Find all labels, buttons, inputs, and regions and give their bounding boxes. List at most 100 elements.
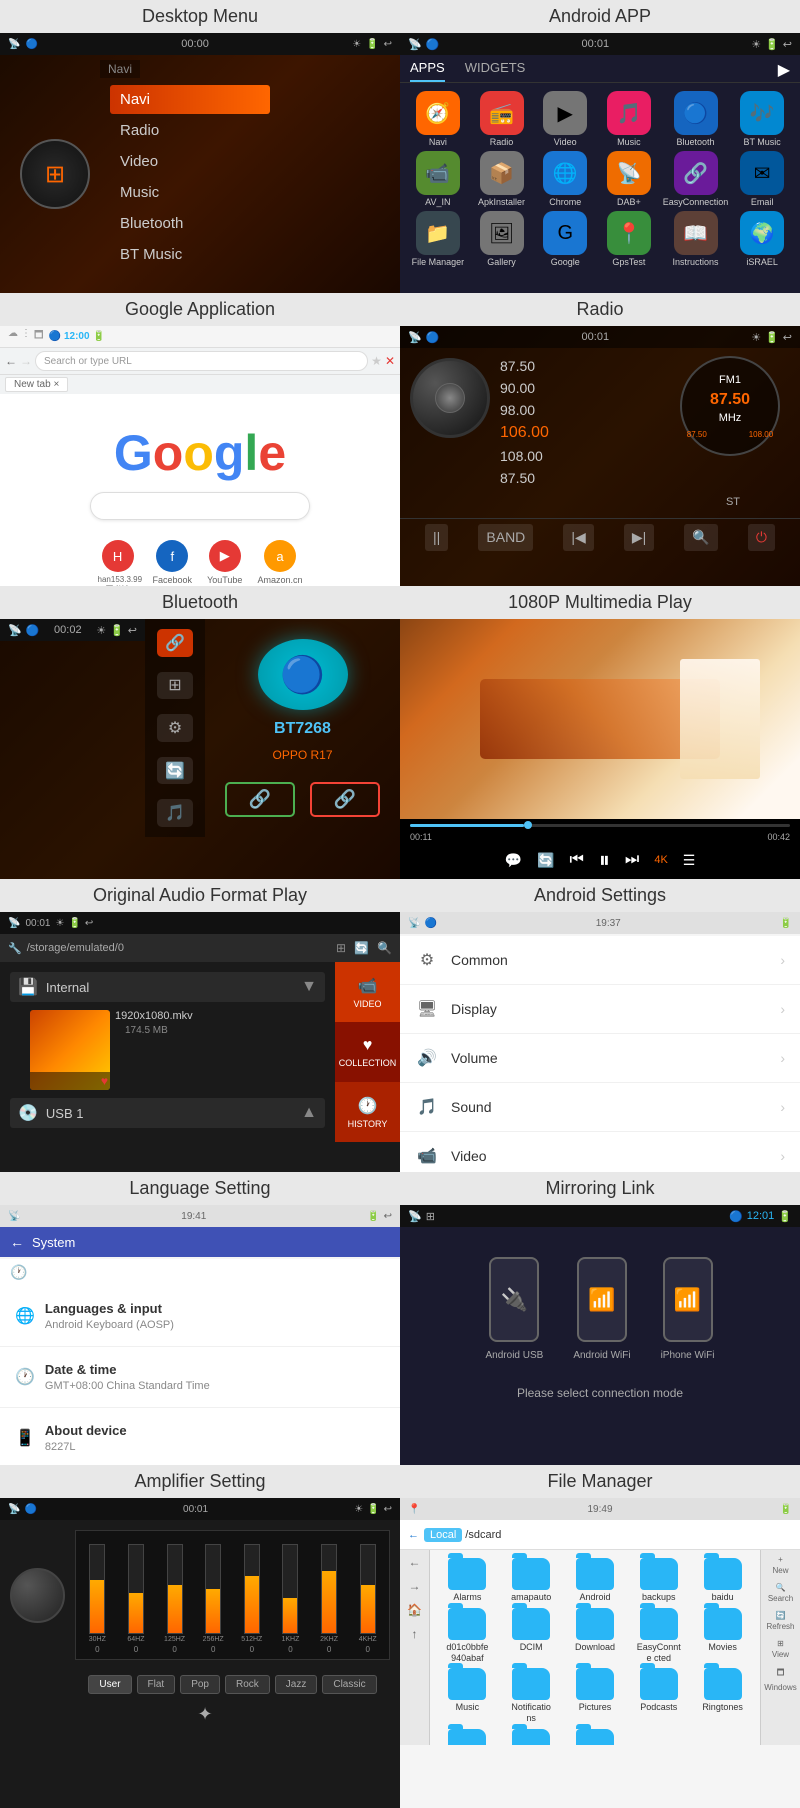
aa-play-store[interactable]: ▶ <box>778 60 790 82</box>
settings-item-volume[interactable]: 🔊 Volume › <box>400 1034 800 1083</box>
lang-item-about[interactable]: 📱 About device 8227L <box>0 1408 400 1465</box>
mm-captions-btn[interactable]: 💬 <box>505 852 522 869</box>
mm-next-btn[interactable]: ⏭ <box>625 851 639 869</box>
fm-folder-dcim[interactable]: DCIM <box>502 1608 561 1664</box>
mirror-option-android-wifi[interactable]: 📶 Android WiFi <box>573 1257 630 1361</box>
amp-band-1khz[interactable]: 1KHZ 0 <box>274 1544 307 1654</box>
app-dab[interactable]: 📡 DAB+ <box>599 151 659 207</box>
fm-folder-tsstorage[interactable]: TsStorage <box>502 1729 561 1745</box>
fm-side-back[interactable]: ← <box>409 1555 421 1569</box>
fm-folder-podcasts[interactable]: Podcasts <box>629 1668 688 1724</box>
bt-disconnect-btn[interactable]: 🔗 <box>310 782 380 817</box>
google-new-tab[interactable]: New tab × <box>5 377 68 392</box>
fm-folder-notifications[interactable]: Notificatio ns <box>502 1668 561 1724</box>
amp-preset-flat[interactable]: Flat <box>137 1675 176 1694</box>
google-close[interactable]: ✕ <box>385 354 395 368</box>
google-bookmark[interactable]: ★ <box>371 354 382 368</box>
fm-folder-backups[interactable]: backups <box>629 1558 688 1603</box>
mirror-option-iphone-wifi[interactable]: 📶 iPhone WiFi <box>661 1257 715 1361</box>
app-easyconn[interactable]: 🔗 EasyConnection <box>663 151 729 207</box>
app-navi[interactable]: 🧭 Navi <box>408 91 468 147</box>
app-avin[interactable]: 📹 AV_IN <box>408 151 468 207</box>
google-url-bar[interactable]: Search or type URL <box>35 351 368 371</box>
app-gpstest[interactable]: 📍 GpsTest <box>599 211 659 267</box>
dm-item-btmusic[interactable]: BT Music <box>110 240 270 269</box>
shortcut-youtube[interactable]: ▶ YouTube <box>207 540 242 586</box>
amp-preset-user[interactable]: User <box>88 1675 131 1694</box>
google-search-box[interactable] <box>90 492 310 520</box>
amp-band-64hz[interactable]: 64HZ 0 <box>120 1544 153 1654</box>
bt-connect-btn[interactable]: 🔗 <box>225 782 295 817</box>
fm-folder-movies[interactable]: Movies <box>693 1608 752 1664</box>
dm-item-music[interactable]: Music <box>110 178 270 207</box>
fm-side-home[interactable]: 🏠 <box>407 1603 422 1617</box>
fm-folder-download[interactable]: Download <box>566 1608 625 1664</box>
fm-new-btn[interactable]: + New <box>772 1555 788 1575</box>
amp-band-512hz[interactable]: 512HZ 0 <box>236 1544 269 1654</box>
lang-nav-back[interactable]: ← <box>10 1234 24 1250</box>
amp-preset-pop[interactable]: Pop <box>180 1675 220 1694</box>
google-forward[interactable]: → <box>20 354 32 368</box>
shortcut-amazon[interactable]: a Amazon.cn <box>257 540 302 586</box>
shortcut-han[interactable]: H han153.3.99 图书馆 <box>98 540 138 586</box>
dm-item-radio[interactable]: Radio <box>110 116 270 145</box>
lang-item-languages[interactable]: 🌐 Languages & input Android Keyboard (AO… <box>0 1286 400 1347</box>
mirror-option-android-usb[interactable]: 🔌 Android USB <box>486 1257 544 1361</box>
radio-freq-6[interactable]: 87.50 <box>500 470 790 486</box>
settings-item-video[interactable]: 📹 Video › <box>400 1132 800 1172</box>
radio-power-btn[interactable]: ⏻ <box>748 524 775 551</box>
radio-next-btn[interactable]: ▶| <box>624 524 654 551</box>
app-google[interactable]: G Google <box>535 211 595 267</box>
app-btmusic[interactable]: 🎶 BT Music <box>732 91 792 147</box>
mm-list-btn[interactable]: ☰ <box>683 852 696 869</box>
fm-side-up[interactable]: ↑ <box>412 1627 418 1641</box>
amp-knob[interactable] <box>10 1568 65 1623</box>
fm-windows-btn[interactable]: 🗖 Windows <box>764 1667 796 1692</box>
audio-video-btn[interactable]: 📹 VIDEO <box>335 962 400 1022</box>
app-instructions[interactable]: 📖 Instructions <box>663 211 729 267</box>
bt-side-grid[interactable]: ⊞ <box>157 672 193 700</box>
fm-local-tab[interactable]: Local <box>424 1528 462 1542</box>
fm-search-btn[interactable]: 🔍 Search <box>768 1583 793 1603</box>
fm-folder-scjtest[interactable]: scj_test <box>438 1729 497 1745</box>
amp-band-2khz[interactable]: 2KHZ 0 <box>313 1544 346 1654</box>
radio-pause-btn[interactable]: || <box>425 524 448 551</box>
radio-prev-btn[interactable]: |◀ <box>563 524 593 551</box>
fm-folder-easyconn[interactable]: EasyConnte cted <box>629 1608 688 1664</box>
google-back[interactable]: ← <box>5 354 17 368</box>
lang-item-datetime[interactable]: 🕐 Date & time GMT+08:00 China Standard T… <box>0 1347 400 1408</box>
mm-pause-btn[interactable]: ⏸ <box>599 847 610 873</box>
audio-usb-row[interactable]: 💿 USB 1 ▲ <box>10 1098 325 1128</box>
dm-item-video[interactable]: Video <box>110 147 270 176</box>
radio-search-btn[interactable]: 🔍 <box>684 524 717 551</box>
app-radio[interactable]: 📻 Radio <box>472 91 532 147</box>
amp-preset-rock[interactable]: Rock <box>225 1675 270 1694</box>
amp-band-125hz[interactable]: 125HZ 0 <box>158 1544 191 1654</box>
app-gallery[interactable]: 🖼 Gallery <box>472 211 532 267</box>
settings-item-sound[interactable]: 🎵 Sound › <box>400 1083 800 1132</box>
fm-folder-android[interactable]: Android <box>566 1558 625 1603</box>
aa-tab-apps[interactable]: APPS <box>410 60 445 82</box>
amp-preset-jazz[interactable]: Jazz <box>275 1675 318 1694</box>
amp-band-256hz[interactable]: 256HZ 0 <box>197 1544 230 1654</box>
bt-side-refresh[interactable]: 🔄 <box>157 757 193 785</box>
fm-folder-ceshi[interactable]: 测试音视频 <box>566 1729 625 1745</box>
fm-folder-music[interactable]: Music <box>438 1668 497 1724</box>
audio-history-btn[interactable]: 🕐 HISTORY <box>335 1082 400 1142</box>
bt-side-music[interactable]: 🎵 <box>157 799 193 827</box>
app-video[interactable]: ▶ Video <box>535 91 595 147</box>
aa-tab-widgets[interactable]: WIDGETS <box>465 60 526 82</box>
dm-item-navi[interactable]: Navi <box>110 85 270 114</box>
amp-preset-classic[interactable]: Classic <box>322 1675 376 1694</box>
mm-progress-bar[interactable] <box>410 824 790 827</box>
app-email[interactable]: ✉ Email <box>732 151 792 207</box>
app-israel[interactable]: 🌍 iSRAEL <box>732 211 792 267</box>
audio-refresh-icon[interactable]: 🔄 <box>354 941 369 955</box>
app-filemgr[interactable]: 📁 File Manager <box>408 211 468 267</box>
app-music[interactable]: 🎵 Music <box>599 91 659 147</box>
radio-band-btn[interactable]: BAND <box>478 524 533 551</box>
amp-band-30hz[interactable]: 30HZ 0 <box>81 1544 114 1654</box>
mm-prev-btn[interactable]: ⏮ <box>570 851 584 869</box>
bt-side-link[interactable]: 🔗 <box>157 629 193 657</box>
fm-folder-baidu[interactable]: baidu <box>693 1558 752 1603</box>
